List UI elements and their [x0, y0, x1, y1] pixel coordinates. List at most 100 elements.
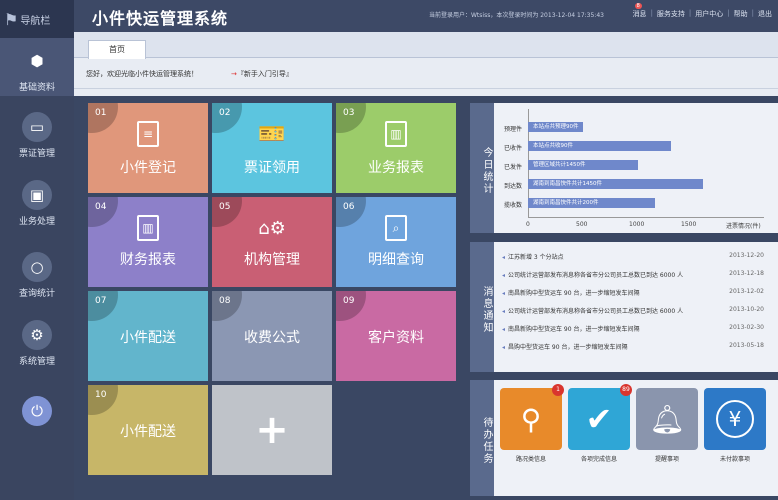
app-title: 小件快运管理系统 [92, 9, 229, 28]
tile-label: 收费公式 [244, 330, 300, 346]
guide-link[interactable]: →『新手入门引导』 [231, 69, 293, 79]
link-help[interactable]: 帮助 [734, 9, 748, 19]
news-item[interactable]: ◂ 江苏新增 3 个分站点 2013-12-20 [502, 252, 764, 261]
x-axis-label: 进票情况(件) [726, 223, 761, 230]
tile-parcel-delivery-2[interactable]: 10 小件配送 [88, 385, 208, 475]
bar-received: 本站点共收90件 [528, 141, 671, 151]
power-icon[interactable]: ⏻ [22, 396, 52, 426]
sidebar-item-basic-data[interactable]: ⬢ 基础资料 [0, 38, 74, 96]
task-completion-info[interactable]: ✔ 89 各项完成信息 [568, 384, 632, 463]
tile-number: 10 [95, 390, 107, 400]
stats-chart: 预理件 已收件 已发件 到达数 揽收数 本站点共预理90件 本站点共收90件 管… [494, 103, 778, 233]
link-support[interactable]: 服务支持 [657, 9, 685, 19]
speaker-icon: ◂ [502, 272, 506, 279]
task-road-info[interactable]: ⚲ 1 路况类信息 [500, 384, 564, 463]
separator: | [727, 9, 730, 17]
link-user-center[interactable]: 用户中心 [695, 9, 723, 19]
news-panel: 消息通知 ◂ 江苏新增 3 个分站点 2013-12-20 ◂ 公司统计运营部发布消… [470, 242, 778, 372]
speaker-icon: ◂ [502, 290, 506, 297]
clipboard-icon: ≡ [137, 121, 159, 147]
tile-parcel-delivery[interactable]: 07 小件配送 [88, 291, 208, 381]
tile-detail-query[interactable]: 06 ⌕ 明细查询 [336, 197, 456, 287]
tile-finance-report[interactable]: 04 ▥ 财务报表 [88, 197, 208, 287]
location-pin-icon: ⚲ 1 [500, 384, 564, 450]
task-label: 各项完成信息 [580, 456, 617, 463]
x-tick-label: 1000 [629, 221, 645, 228]
speaker-icon: ◂ [502, 254, 506, 261]
add-tile-button[interactable]: + [212, 385, 332, 475]
nav-toggle[interactable]: ⚑ 导航栏 [0, 0, 74, 38]
sidebar-item-label: 票证管理 [18, 149, 55, 159]
check-icon: ✔ 89 [568, 384, 632, 450]
speaker-icon: ◂ [502, 308, 506, 315]
tile-number: 02 [219, 108, 231, 118]
nav-flag-icon: ⚑ [4, 9, 19, 29]
tile-number: 05 [219, 202, 231, 212]
tab-home[interactable]: 首页 [88, 40, 146, 59]
house-gear-icon: ⌂⚙ [258, 217, 286, 239]
news-item[interactable]: ◂ 南昌新购中型货运车 90 台，进一步缩短发车间隔 2013-02-30 [502, 324, 764, 333]
x-tick-label: 500 [576, 221, 588, 228]
login-info: 当前登录用户：Wtsiss，本次登录时间为 2013-12-04 17:35:4… [429, 12, 604, 19]
tile-number: 03 [343, 108, 355, 118]
tile-label: 业务报表 [368, 160, 424, 176]
tile-parcel-register[interactable]: 01 ≡ 小件登记 [88, 103, 208, 193]
tile-ticket-issue[interactable]: 02 🎫 票证领用 [212, 103, 332, 193]
bell-icon: 🔔︎ [636, 388, 698, 450]
divider [74, 88, 778, 89]
bar-sent: 管理区域共计1450件 [528, 160, 638, 170]
separator: | [688, 9, 692, 17]
category-label: 预理件 [503, 126, 522, 133]
tile-customer-data[interactable]: 09 客户资料 [336, 291, 456, 381]
x-axis [528, 217, 764, 218]
news-item[interactable]: ◂ 公司统计运营部发布消息称各省市分公司员工总数已到达 6000 人 2013-1… [502, 306, 764, 315]
tile-number: 07 [95, 296, 107, 306]
task-reminders[interactable]: 🔔︎ 提醒事项 [636, 388, 698, 463]
news-item[interactable]: ◂ 昌购中型货运车 90 台，进一步缩短发车间隔 2013-05-18 [502, 342, 764, 351]
task-label: 未付款事项 [719, 456, 750, 463]
stats-panel: 今日统计 预理件 已收件 已发件 到达数 揽收数 本站点共预理90件 本站点共收… [470, 103, 778, 233]
plus-icon: + [255, 407, 289, 453]
x-tick-label: 1500 [681, 221, 697, 228]
speaker-icon: ◂ [502, 326, 506, 333]
bar-arrived: 湖南到南昌快件共计1450件 [528, 179, 703, 189]
task-count-badge: 1 [552, 384, 564, 396]
speaker-icon: ◂ [502, 344, 506, 351]
tile-fee-formula[interactable]: 08 收费公式 [212, 291, 332, 381]
link-logout[interactable]: 退出 [758, 9, 772, 19]
message-count-badge: 8 [634, 3, 642, 9]
news-side-label: 消息通知 [470, 242, 494, 372]
search-icon: ○ [22, 252, 52, 282]
sidebar-item-label: 基础资料 [18, 83, 55, 93]
top-links: 8 消息 | 服务支持 | 用户中心 | 帮助 | 退出 [631, 3, 772, 19]
task-label: 提醒事项 [654, 456, 679, 463]
tile-number: 09 [343, 296, 355, 306]
tile-business-report[interactable]: 03 ▥ 业务报表 [336, 103, 456, 193]
sidebar-item-query[interactable]: ○ 查询统计 [0, 252, 74, 299]
tile-number: 04 [95, 202, 107, 212]
cube-icon: ⬢ [30, 52, 44, 70]
yen-icon: ¥ [704, 388, 766, 450]
link-messages[interactable]: 8 消息 [631, 3, 647, 19]
sidebar-item-label: 业务处理 [18, 217, 55, 227]
tasks-panel: 待办任务 ⚲ 1 路况类信息 ✔ 89 各项完成信息 🔔︎ 提醒事项 ¥ 未付款… [470, 380, 778, 496]
sidebar-item-label: 系统管理 [18, 357, 55, 367]
sidebar-item-label: 查询统计 [18, 289, 55, 299]
sidebar-item-business[interactable]: ▣ 业务处理 [0, 180, 74, 227]
tile-org-management[interactable]: 05 ⌂⚙ 机构管理 [212, 197, 332, 287]
news-item[interactable]: ◂ 公司统计运营部发布消息称各省市分公司员工总数已到达 6000 人 2013-1… [502, 270, 764, 279]
monitor-icon: ▣ [22, 180, 52, 210]
sidebar: ⚑ 导航栏 ⬢ 基础资料 ▭ 票证管理 ▣ 业务处理 ○ 查询统计 ⚙ 系统管理… [0, 0, 74, 500]
x-tick-label: 0 [526, 221, 530, 228]
task-unpaid[interactable]: ¥ 未付款事项 [704, 388, 766, 463]
news-item[interactable]: ◂ 南昌新购中型货运车 90 台，进一步缩短发车间隔 2013-12-02 [502, 288, 764, 297]
folder-icon: ▭ [22, 112, 52, 142]
bar-prereceived: 本站点共预理90件 [528, 122, 583, 132]
tile-label: 小件配送 [120, 330, 176, 346]
category-label: 已收件 [503, 145, 522, 152]
sidebar-item-system[interactable]: ⚙ 系统管理 [0, 320, 74, 367]
sidebar-item-tickets[interactable]: ▭ 票证管理 [0, 112, 74, 159]
task-count-badge: 89 [620, 384, 632, 396]
bar-report-icon: ▥ [385, 121, 407, 147]
nav-label: 导航栏 [20, 15, 51, 27]
